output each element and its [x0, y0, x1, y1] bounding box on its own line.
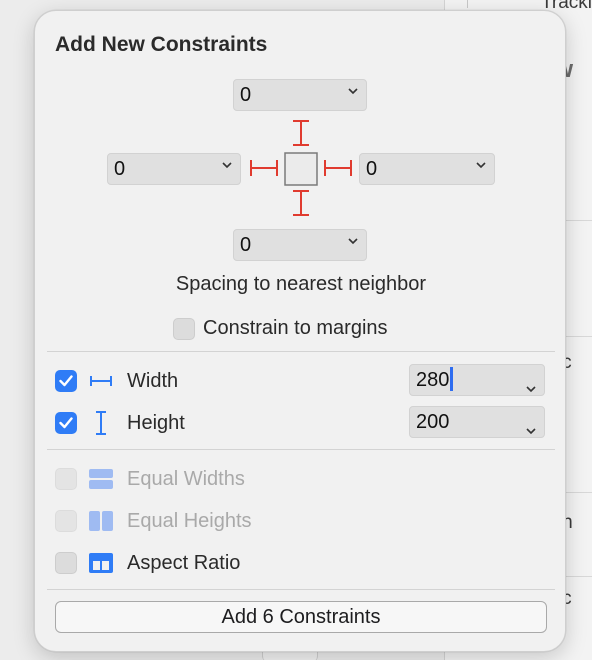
divider: [47, 351, 555, 352]
height-row: Height: [55, 411, 185, 435]
strut-right[interactable]: [324, 160, 352, 176]
spacing-top-dropdown[interactable]: 0: [233, 79, 367, 111]
tree-line: [467, 0, 468, 8]
spacing-right-value: 0: [366, 158, 378, 180]
width-row: Width: [55, 369, 178, 393]
spacing-right-dropdown[interactable]: 0: [359, 153, 495, 185]
height-value: 200: [416, 411, 450, 433]
spacing-left-dropdown[interactable]: 0: [107, 153, 241, 185]
constrain-to-margins-row[interactable]: Constrain to margins: [173, 317, 388, 340]
height-icon: [87, 411, 115, 435]
height-checkbox[interactable]: [55, 412, 77, 434]
width-checkbox[interactable]: [55, 370, 77, 392]
height-value-field[interactable]: 200: [409, 406, 545, 438]
equal-heights-row: Equal Heights: [55, 509, 252, 533]
aspect-ratio-checkbox[interactable]: [55, 552, 77, 574]
aspect-ratio-label: Aspect Ratio: [127, 551, 241, 574]
checkmark-icon: [59, 375, 73, 387]
spacing-diagram: [250, 120, 352, 216]
popover-title: Add New Constraints: [55, 33, 268, 56]
chevron-down-icon: [348, 236, 358, 246]
aspect-ratio-icon: [87, 551, 115, 575]
divider: [47, 589, 555, 590]
equal-widths-checkbox[interactable]: [55, 468, 77, 490]
checkmark-icon: [59, 417, 73, 429]
add-constraints-popover: Add New Constraints 0 0 0 0 Spacing to n…: [34, 10, 566, 652]
equal-widths-icon: [87, 467, 115, 491]
equal-widths-label: Equal Widths: [127, 467, 245, 490]
width-label: Width: [127, 369, 179, 392]
constrain-to-margins-checkbox[interactable]: [173, 317, 195, 340]
constrain-to-margins-label: Constrain to margins: [203, 317, 388, 339]
spacing-left-value: 0: [114, 158, 126, 180]
equal-heights-checkbox[interactable]: [55, 510, 77, 532]
view-box-icon: [284, 152, 318, 186]
height-label: Height: [127, 411, 185, 434]
spacing-caption: Spacing to nearest neighbor: [175, 273, 427, 295]
equal-widths-row: Equal Widths: [55, 467, 245, 491]
width-value: 280: [416, 369, 450, 391]
add-constraints-button[interactable]: Add 6 Constraints: [55, 601, 547, 633]
width-icon: [87, 369, 115, 393]
chevron-down-icon: [348, 86, 358, 96]
chevron-down-icon: [526, 415, 536, 445]
width-value-field[interactable]: 280: [409, 364, 545, 396]
text-cursor: [450, 367, 454, 391]
chevron-down-icon: [476, 160, 486, 170]
equal-heights-label: Equal Heights: [127, 509, 252, 532]
divider: [47, 449, 555, 450]
equal-heights-icon: [87, 509, 115, 533]
chevron-down-icon: [526, 373, 536, 403]
spacing-bottom-value: 0: [240, 234, 252, 256]
aspect-ratio-row: Aspect Ratio: [55, 551, 240, 575]
spacing-top-value: 0: [240, 84, 252, 106]
strut-left[interactable]: [250, 160, 278, 176]
strut-top[interactable]: [293, 120, 309, 146]
spacing-bottom-dropdown[interactable]: 0: [233, 229, 367, 261]
strut-bottom[interactable]: [293, 190, 309, 216]
chevron-down-icon: [222, 160, 232, 170]
